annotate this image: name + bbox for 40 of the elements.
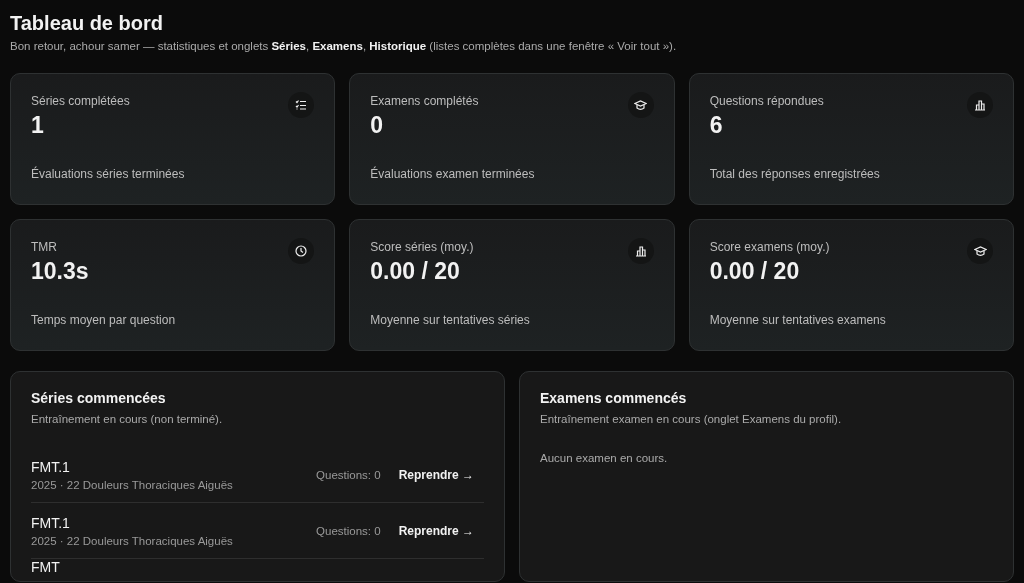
graduation-cap-icon (973, 245, 987, 257)
stat-label: Score séries (moy.) (370, 240, 475, 254)
graduation-cap-icon (634, 99, 648, 111)
stat-caption: Moyenne sur tentatives séries (370, 313, 531, 327)
stat-caption: Total des réponses enregistrées (709, 167, 881, 181)
empty-message: Aucun examen en cours. (540, 452, 669, 464)
bar-chart-icon (974, 99, 986, 111)
stat-caption: Moyenne sur tentatives examens (709, 313, 887, 327)
series-name: FMT.1 (31, 514, 71, 531)
series-name: FMT.1 (31, 458, 71, 475)
stat-caption: Évaluations examen terminées (370, 167, 536, 181)
panel-title: Séries commencées (31, 390, 167, 406)
resume-link[interactable]: Reprendre → (398, 467, 474, 482)
stat-caption: Temps moyen par question (31, 313, 177, 327)
panel-title: Examens commencés (540, 390, 688, 406)
series-detail: 2025 · 22 Douleurs Thoraciques Aiguës (31, 534, 234, 547)
panel-description: Entraînement en cours (non terminé). (31, 413, 224, 425)
page-subtitle: Bon retour, achour samer — statistiques et onglets Séries, Examens, Historique (listes complètes dans une fenêtre « Voir tout »). (10, 40, 678, 52)
stat-value: 1 (31, 112, 45, 139)
series-detail: 2025 · 22 Douleurs Thoraciques Aiguës (31, 478, 234, 491)
question-count: Questions: 0 (316, 524, 381, 537)
stat-label: Examens complétés (370, 94, 480, 108)
stat-label: TMR (31, 240, 58, 254)
series-name: FMT (31, 559, 61, 575)
clock-icon (295, 245, 308, 257)
page-title: Tableau de bord (10, 12, 164, 35)
question-count: Questions: 0 (316, 468, 381, 481)
resume-link[interactable]: Reprendre → (398, 523, 474, 538)
stat-value: 10.3s (31, 258, 90, 285)
stat-label: Séries complétées (31, 94, 131, 108)
stat-label: Score examens (moy.) (709, 240, 831, 254)
stat-value: 0.00 / 20 (370, 258, 461, 285)
stat-value: 6 (709, 112, 724, 139)
stat-value: 0 (370, 112, 385, 139)
panel-description: Entraînement examen en cours (onglet Examens du profil). (540, 413, 843, 425)
checklist-icon (295, 99, 308, 111)
stat-caption: Évaluations séries terminées (31, 167, 186, 181)
stat-value: 0.00 / 20 (709, 258, 801, 285)
bar-chart-icon (634, 245, 647, 257)
stat-label: Questions répondues (709, 94, 825, 108)
